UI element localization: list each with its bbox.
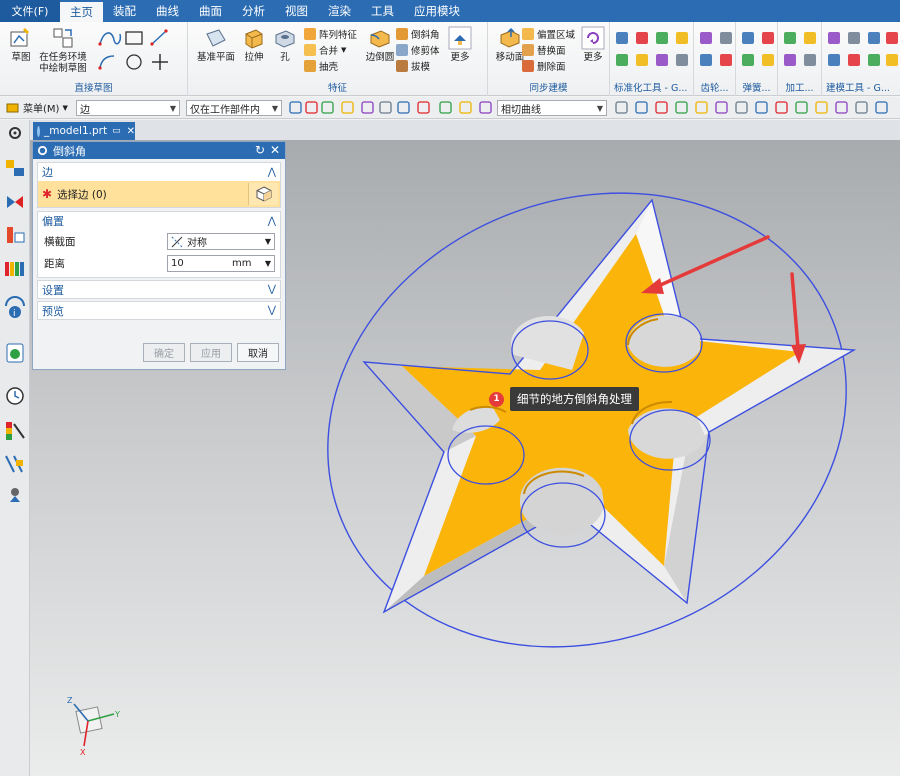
gear-icon [37,145,48,156]
select-cube-icon[interactable] [248,183,278,205]
distance-unit: mm [232,258,252,269]
chevron-down-icon: ⋁ [267,305,276,316]
chamfer-dialog: 倒斜角 ↻ ✕ 边 ⋀ ✱ 选择边 (0) 偏置 ⋀ 横截面 对称 ▼ 距离 1… [32,141,286,370]
wcs-triad: Y Z X [67,696,120,757]
distance-input[interactable]: 10 mm ▼ [167,255,275,272]
cross-section-row: 横截面 对称 ▼ [38,230,280,252]
cross-section-select[interactable]: 对称 ▼ [167,233,275,250]
callout-text: 细节的地方倒斜角处理 [510,387,639,411]
chevron-up-icon: ⋀ [267,215,276,227]
axis-z-label: Z [67,696,73,705]
apply-button[interactable]: 应用 [190,343,232,362]
chevron-down-icon[interactable]: ▼ [265,259,271,268]
chevron-down-icon: ⋁ [267,284,276,295]
edge-section: 边 ⋀ ✱ 选择边 (0) [37,162,281,208]
preview-section-header[interactable]: 预览 ⋁ [37,301,281,320]
chevron-down-icon: ▼ [264,237,271,246]
reset-icon[interactable]: ↻ [255,143,265,157]
dialog-button-row: 确定 应用 取消 [143,343,279,362]
callout-number-badge: 1 [489,391,504,407]
select-edge-row[interactable]: ✱ 选择边 (0) [38,181,280,207]
chevron-up-icon: ⋀ [267,166,276,178]
distance-row: 距离 10 mm ▼ [38,252,280,274]
axis-x-label: X [80,748,86,757]
hole-top-right [625,313,703,373]
hole-bottom [519,467,606,548]
dialog-title: 倒斜角 [53,144,86,158]
required-asterisk-icon: ✱ [42,187,53,201]
dialog-title-bar[interactable]: 倒斜角 ↻ ✕ [33,142,285,159]
offset-section: 偏置 ⋀ 横截面 对称 ▼ 距离 10 mm ▼ [37,211,281,278]
settings-section-header[interactable]: 设置 ⋁ [37,280,281,299]
ok-button[interactable]: 确定 [143,343,185,362]
symmetric-icon [171,236,183,247]
close-icon[interactable]: ✕ [270,143,280,157]
model-scene[interactable]: Y Z X [0,0,900,776]
offset-section-header[interactable]: 偏置 ⋀ [38,212,280,230]
edge-section-header[interactable]: 边 ⋀ [38,163,280,181]
axis-y-label: Y [114,710,120,719]
cancel-button[interactable]: 取消 [237,343,279,362]
annotation-callout: 1 细节的地方倒斜角处理 [489,387,639,411]
